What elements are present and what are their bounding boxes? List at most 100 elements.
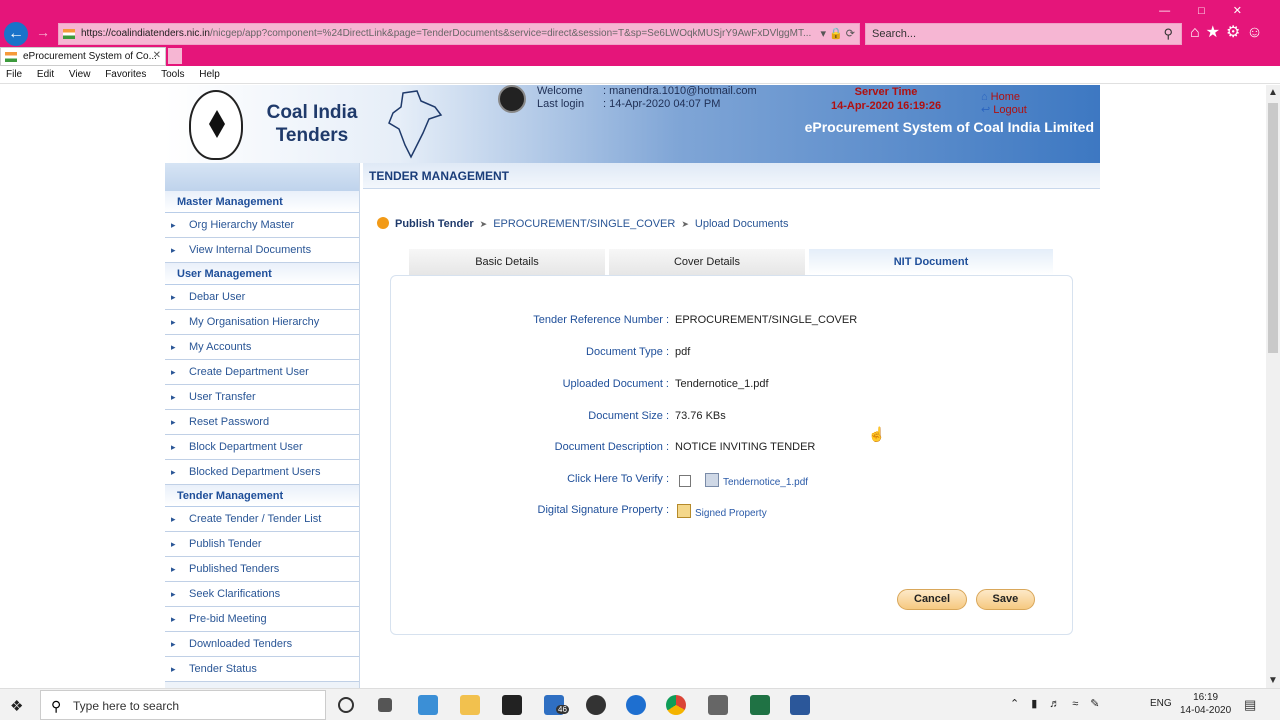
sidebar-item-block-department-user[interactable]: Block Department User	[165, 435, 359, 460]
window-controls[interactable]: —□✕	[1159, 4, 1270, 17]
tab-nit-document[interactable]: NIT Document	[809, 249, 1053, 275]
bullet-icon	[377, 217, 389, 229]
sidebar-section-user[interactable]: User Management	[165, 263, 359, 285]
calculator-icon[interactable]	[708, 695, 728, 715]
windows-start-icon[interactable]: ❖	[10, 697, 23, 715]
action-buttons: Cancel Save	[897, 589, 1039, 610]
system-tray-icons[interactable]: ⌃▮♬≈✎	[1010, 697, 1112, 710]
word-icon[interactable]	[790, 695, 810, 715]
crumb-upload-documents[interactable]: Upload Documents	[695, 218, 789, 230]
search-placeholder: Search...	[872, 28, 917, 40]
internet-explorer-icon[interactable]	[418, 695, 438, 715]
web-page: Coal India Tenders Welcome: manendra.101…	[0, 85, 1266, 688]
forward-button[interactable]: →	[36, 24, 50, 40]
sidebar-item-pre-bid-meeting[interactable]: Pre-bid Meeting	[165, 607, 359, 632]
verify-checkbox[interactable]	[679, 475, 691, 487]
crumb-arrow-icon: ➤	[681, 219, 689, 229]
menu-help[interactable]: Help	[199, 66, 220, 83]
sidebar-item-my-accounts[interactable]: My Accounts	[165, 335, 359, 360]
cancel-button[interactable]: Cancel	[897, 589, 968, 610]
verify-document-link[interactable]: Tendernotice_1.pdf	[723, 477, 808, 488]
save-button[interactable]: Save	[975, 589, 1036, 610]
sidebar-item-reset-password[interactable]: Reset Password	[165, 410, 359, 435]
sidebar-item-view-internal-documents[interactable]: View Internal Documents	[165, 238, 359, 263]
sidebar-item-org-hierarchy-master[interactable]: Org Hierarchy Master	[165, 213, 359, 238]
mouse-cursor-icon: ☝	[868, 426, 886, 442]
sidebar-item-seek-clarifications[interactable]: Seek Clarifications	[165, 582, 359, 607]
sidebar-top	[165, 163, 359, 191]
new-tab-button[interactable]	[168, 48, 182, 64]
menu-view[interactable]: View	[69, 66, 91, 83]
mail-icon[interactable]: 46	[544, 695, 569, 715]
page-title: TENDER MANAGEMENT	[363, 163, 1100, 189]
cortana-icon[interactable]	[338, 697, 354, 713]
clock[interactable]: 16:19 14-04-2020	[1180, 691, 1231, 717]
excel-icon[interactable]	[750, 695, 770, 715]
favorites-icon[interactable]: ⌂★⚙☺	[1190, 22, 1269, 42]
url-text: https://coalindiatenders.nic.in/nicgep/a…	[81, 28, 812, 39]
document-details-panel: Tender Reference Number : EPROCUREMENT/SI…	[390, 275, 1073, 635]
task-view-icon[interactable]	[378, 698, 392, 712]
signed-property-link[interactable]: Signed Property	[695, 508, 767, 519]
scroll-up-icon[interactable]: ▲	[1268, 87, 1278, 98]
chrome-icon[interactable]	[666, 695, 686, 715]
taskbar-search[interactable]: ⚲ Type here to search	[40, 690, 326, 720]
notifications-icon[interactable]: ▤	[1244, 697, 1256, 713]
site-flag-icon	[63, 29, 75, 39]
coal-india-logo	[189, 90, 243, 160]
logout-icon: ↩	[981, 104, 991, 116]
sidebar-item-published-tenders[interactable]: Published Tenders	[165, 557, 359, 582]
edge-icon[interactable]	[626, 695, 646, 715]
file-explorer-icon[interactable]	[460, 695, 480, 715]
main-content: TENDER MANAGEMENT Publish Tender ➤ EPROCUR…	[363, 163, 1100, 688]
menu-edit[interactable]: Edit	[37, 66, 54, 83]
field-document-size: Document Size :73.76 KBs	[588, 410, 726, 422]
sidebar-item-create-tender[interactable]: Create Tender / Tender List	[165, 507, 359, 532]
sidebar: Master Management Org Hierarchy Master V…	[165, 163, 360, 688]
tab-cover-details[interactable]: Cover Details	[609, 249, 805, 275]
sidebar-item-my-organisation-hierarchy[interactable]: My Organisation Hierarchy	[165, 310, 359, 335]
sidebar-item-create-department-user[interactable]: Create Department User	[165, 360, 359, 385]
crumb-publish-tender[interactable]: Publish Tender	[395, 218, 474, 230]
scroll-down-icon[interactable]: ▼	[1268, 675, 1278, 686]
media-player-icon[interactable]	[586, 695, 606, 715]
india-map-icon	[388, 90, 443, 159]
language-indicator[interactable]: ENG	[1150, 698, 1172, 709]
sidebar-item-tender-status[interactable]: Tender Status	[165, 657, 359, 682]
scroll-thumb[interactable]	[1268, 103, 1278, 353]
address-bar[interactable]: https://coalindiatenders.nic.in/nicgep/a…	[58, 23, 860, 45]
browser-tab[interactable]: eProcurement System of Co... ✕	[0, 47, 166, 66]
menu-favorites[interactable]: Favorites	[105, 66, 146, 83]
field-uploaded-document: Uploaded Document : Tendernotice_1.pdf	[562, 378, 769, 390]
refresh-icon[interactable]: ▾ 🔒 ⟳	[820, 27, 855, 40]
user-avatar-icon	[498, 85, 526, 113]
tab-strip: eProcurement System of Co... ✕	[0, 47, 1280, 66]
vertical-scrollbar[interactable]: ▲ ▼	[1266, 85, 1280, 688]
menu-bar: File Edit View Favorites Tools Help	[0, 66, 1280, 84]
server-time: Server Time 14-Apr-2020 16:19:26	[831, 86, 942, 112]
home-link[interactable]: ⌂ Home	[981, 91, 1034, 103]
crumb-tender-ref[interactable]: EPROCUREMENT/SINGLE_COVER	[493, 218, 675, 230]
store-icon[interactable]	[502, 695, 522, 715]
taskbar: ❖ ⚲ Type here to search 46 ⌃▮♬≈✎ ENG 16:…	[0, 688, 1280, 720]
sidebar-item-user-transfer[interactable]: User Transfer	[165, 385, 359, 410]
logout-link[interactable]: ↩ Logout	[981, 104, 1041, 116]
crumb-arrow-icon: ➤	[479, 219, 488, 229]
back-button[interactable]: ←	[4, 22, 28, 46]
tab-basic-details[interactable]: Basic Details	[409, 249, 605, 275]
sidebar-section-tender[interactable]: Tender Management	[165, 485, 359, 507]
sidebar-section-master[interactable]: Master Management	[165, 191, 359, 213]
field-document-type: Document Type : pdf	[586, 346, 691, 358]
search-icon[interactable]: ⚲	[1163, 26, 1173, 42]
menu-tools[interactable]: Tools	[161, 66, 184, 83]
tab-title: eProcurement System of Co...	[23, 51, 157, 62]
menu-file[interactable]: File	[6, 66, 22, 83]
search-box[interactable]: Search... ⚲	[865, 23, 1182, 45]
sidebar-item-publish-tender[interactable]: Publish Tender	[165, 532, 359, 557]
tab-favicon-icon	[5, 52, 17, 62]
sidebar-item-debar-user[interactable]: Debar User	[165, 285, 359, 310]
home-icon: ⌂	[981, 91, 988, 103]
close-tab-icon[interactable]: ✕	[153, 50, 161, 61]
sidebar-item-blocked-department-users[interactable]: Blocked Department Users	[165, 460, 359, 485]
sidebar-item-downloaded-tenders[interactable]: Downloaded Tenders	[165, 632, 359, 657]
